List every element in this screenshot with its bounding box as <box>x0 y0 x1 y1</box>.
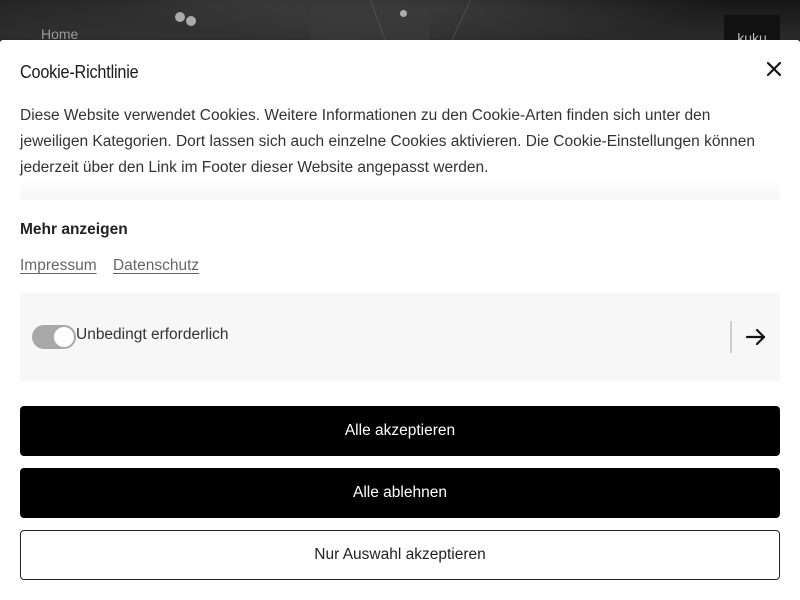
arrow-right-icon <box>745 328 766 346</box>
imprint-link[interactable]: Impressum <box>20 257 97 274</box>
category-expand-button[interactable] <box>744 325 768 349</box>
reject-all-button[interactable]: Alle ablehnen <box>20 468 780 518</box>
show-more-link[interactable]: Mehr anzeigen <box>20 221 128 239</box>
background-lamp <box>186 16 196 26</box>
accept-selection-button[interactable]: Nur Auswahl akzeptieren <box>20 530 780 580</box>
background-lamp <box>175 12 185 22</box>
category-label: Unbedingt erforderlich <box>76 326 229 343</box>
close-icon <box>766 61 782 77</box>
background-lamp <box>400 10 407 17</box>
accept-all-button[interactable]: Alle akzeptieren <box>20 406 780 456</box>
category-necessary: Unbedingt erforderlich <box>20 293 780 381</box>
privacy-link[interactable]: Datenschutz <box>113 257 199 274</box>
cookie-modal: Cookie-Richtlinie Diese Website verwende… <box>0 40 800 600</box>
toggle-knob <box>54 327 74 347</box>
modal-title: Cookie-Richtlinie <box>20 62 139 82</box>
description-fade <box>20 176 780 200</box>
category-divider <box>730 321 732 353</box>
legal-links: Impressum Datenschutz <box>20 257 211 275</box>
close-button[interactable] <box>760 55 788 83</box>
necessary-toggle[interactable] <box>32 325 76 349</box>
modal-description: Diese Website verwendet Cookies. Weitere… <box>20 107 755 176</box>
